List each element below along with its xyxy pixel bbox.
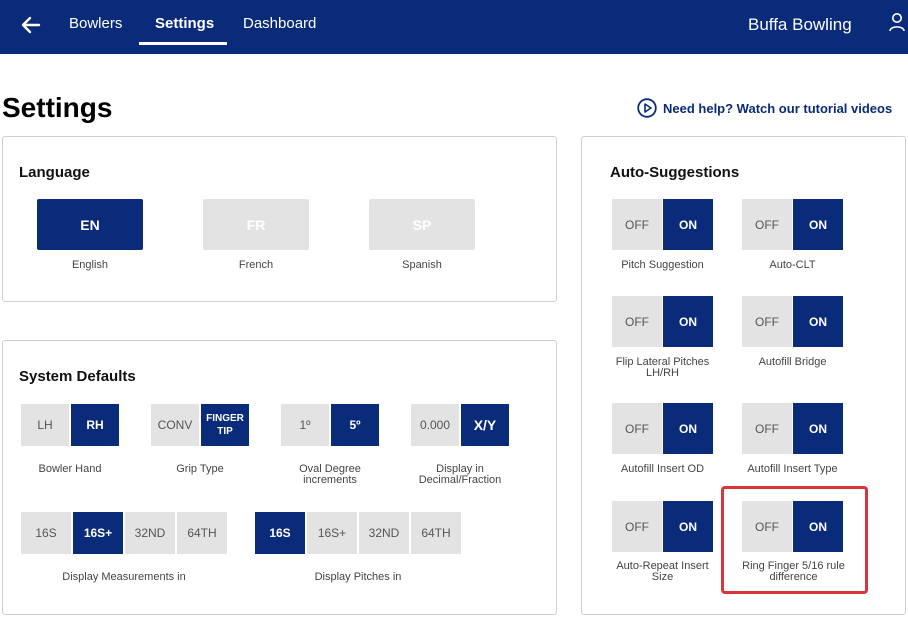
- top-navigation-bar: Bowlers Settings Dashboard Buffa Bowling: [0, 0, 908, 54]
- pitches-64th-option[interactable]: 64TH: [411, 512, 461, 554]
- display-decimal-option[interactable]: 0.000: [411, 404, 459, 446]
- pitch-suggestion-off[interactable]: OFF: [612, 199, 662, 250]
- auto-repeat-insert-size-toggle: OFF ON: [612, 501, 713, 552]
- nav-dashboard[interactable]: Dashboard: [243, 15, 316, 32]
- display-format-label: Display in Decimal/Fraction: [418, 463, 502, 486]
- pitch-suggestion-on[interactable]: ON: [663, 199, 713, 250]
- autofill-insert-od-toggle: OFF ON: [612, 403, 713, 454]
- flip-lateral-pitches-off[interactable]: OFF: [612, 296, 662, 347]
- measurements-16s-plus-option[interactable]: 16S+: [73, 512, 123, 554]
- language-en-label: English: [71, 259, 109, 271]
- brand-name: Buffa Bowling: [748, 15, 852, 34]
- oval-degree-5-option[interactable]: 5º: [331, 404, 379, 446]
- pitches-16s-plus-option[interactable]: 16S+: [307, 512, 357, 554]
- oval-degree-selector: 1º 5º: [281, 404, 379, 446]
- autofill-bridge-on[interactable]: ON: [793, 296, 843, 347]
- measurements-16s-option[interactable]: 16S: [21, 512, 71, 554]
- autofill-insert-od-on[interactable]: ON: [663, 403, 713, 454]
- tutorial-videos-link[interactable]: Need help? Watch our tutorial videos: [637, 97, 892, 119]
- autofill-bridge-off[interactable]: OFF: [742, 296, 792, 347]
- auto-suggestions-title: Auto-Suggestions: [610, 164, 740, 181]
- language-en-button[interactable]: EN: [37, 199, 143, 250]
- bowler-hand-lh-option[interactable]: LH: [21, 404, 69, 446]
- bowler-hand-selector: LH RH: [21, 404, 119, 446]
- active-tab-underline: [139, 42, 227, 45]
- autofill-insert-type-off[interactable]: OFF: [742, 403, 792, 454]
- page-title: Settings: [2, 92, 113, 123]
- back-arrow-icon[interactable]: [20, 14, 42, 36]
- play-circle-icon: [637, 98, 657, 118]
- grip-type-label: Grip Type: [176, 463, 224, 475]
- flip-lateral-pitches-label: Flip Lateral Pitches LH/RH: [615, 356, 710, 379]
- language-sp-button[interactable]: SP: [369, 199, 475, 250]
- measurements-64th-option[interactable]: 64TH: [177, 512, 227, 554]
- nav-bowlers[interactable]: Bowlers: [69, 15, 122, 32]
- pitches-label: Display Pitches in: [314, 571, 402, 583]
- measurements-label: Display Measurements in: [62, 571, 186, 583]
- measurements-32nd-option[interactable]: 32ND: [125, 512, 175, 554]
- tutorial-videos-link-text: Need help? Watch our tutorial videos: [663, 100, 893, 116]
- pitch-suggestion-label: Pitch Suggestion: [621, 259, 704, 271]
- system-defaults-card: System Defaults LH RH Bowler Hand CONV F…: [2, 340, 557, 615]
- autofill-insert-od-label: Autofill Insert OD: [620, 463, 705, 475]
- pitch-suggestion-toggle: OFF ON: [612, 199, 713, 250]
- bowler-hand-label: Bowler Hand: [38, 463, 102, 475]
- auto-clt-label: Auto-CLT: [769, 259, 816, 271]
- auto-repeat-insert-size-off[interactable]: OFF: [612, 501, 662, 552]
- autofill-insert-type-on[interactable]: ON: [793, 403, 843, 454]
- auto-repeat-insert-size-on[interactable]: ON: [663, 501, 713, 552]
- language-fr-button[interactable]: FR: [203, 199, 309, 250]
- pitches-selector: 16S 16S+ 32ND 64TH: [255, 512, 461, 554]
- flip-lateral-pitches-on[interactable]: ON: [663, 296, 713, 347]
- oval-degree-1-option[interactable]: 1º: [281, 404, 329, 446]
- autofill-bridge-toggle: OFF ON: [742, 296, 843, 347]
- nav-settings[interactable]: Settings: [155, 15, 214, 32]
- pitches-16s-option[interactable]: 16S: [255, 512, 305, 554]
- autofill-insert-type-toggle: OFF ON: [742, 403, 843, 454]
- highlight-box: [721, 486, 868, 594]
- language-card: Language EN English FR French SP Spanish: [2, 136, 557, 302]
- auto-repeat-insert-size-label: Auto-Repeat Insert Size: [616, 560, 709, 583]
- language-card-title: Language: [19, 164, 90, 181]
- measurements-selector: 16S 16S+ 32ND 64TH: [21, 512, 227, 554]
- grip-type-selector: CONV FINGER TIP: [151, 404, 249, 446]
- bowler-hand-rh-option[interactable]: RH: [71, 404, 119, 446]
- autofill-insert-od-off[interactable]: OFF: [612, 403, 662, 454]
- language-sp-label: Spanish: [402, 259, 442, 271]
- user-icon[interactable]: [888, 12, 906, 32]
- auto-clt-off[interactable]: OFF: [742, 199, 792, 250]
- flip-lateral-pitches-toggle: OFF ON: [612, 296, 713, 347]
- autofill-insert-type-label: Autofill Insert Type: [747, 463, 838, 475]
- autofill-bridge-label: Autofill Bridge: [758, 356, 827, 368]
- auto-clt-toggle: OFF ON: [742, 199, 843, 250]
- oval-degree-label: Oval Degree increments: [299, 463, 361, 486]
- auto-clt-on[interactable]: ON: [793, 199, 843, 250]
- system-defaults-title: System Defaults: [19, 368, 136, 385]
- display-format-selector: 0.000 X/Y: [411, 404, 509, 446]
- pitches-32nd-option[interactable]: 32ND: [359, 512, 409, 554]
- display-fraction-option[interactable]: X/Y: [461, 404, 509, 446]
- grip-type-conv-option[interactable]: CONV: [151, 404, 199, 446]
- language-fr-label: French: [238, 259, 274, 271]
- grip-type-finger-tip-option[interactable]: FINGER TIP: [201, 404, 249, 446]
